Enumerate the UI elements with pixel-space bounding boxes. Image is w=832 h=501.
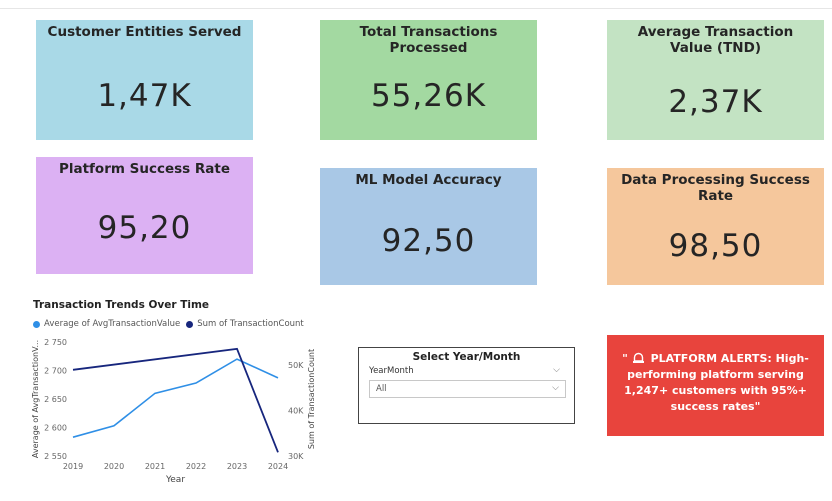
y-left-tick-label: 2 650 (44, 395, 67, 404)
y-left-axis-title: Average of AvgTransactionV... (31, 340, 40, 458)
chevron-down-icon[interactable]: ⌵ (552, 383, 559, 393)
kpi-card-total-transactions[interactable]: Total Transactions Processed 55,26K (320, 20, 537, 140)
x-tick-label: 2021 (145, 462, 165, 471)
slicer-dropdown[interactable]: All ⌵ (369, 380, 566, 398)
x-tick-label: 2019 (63, 462, 83, 471)
slicer-title: Select Year/Month (412, 351, 521, 363)
x-tick-label: 2022 (186, 462, 206, 471)
kpi-value: 98,50 (668, 228, 763, 264)
kpi-title: ML Model Accuracy (355, 172, 502, 188)
kpi-card-average-transaction-value[interactable]: Average Transaction Value (TND) 2,37K (607, 20, 824, 140)
kpi-title: Customer Entities Served (47, 24, 242, 40)
kpi-value: 1,47K (97, 78, 192, 114)
kpi-card-ml-model-accuracy[interactable]: ML Model Accuracy 92,50 (320, 168, 537, 285)
platform-alert-card: " PLATFORM ALERTS: High-performing platf… (607, 335, 824, 436)
slicer-field-label: YearMonth (369, 366, 414, 376)
chart-legend: Average of AvgTransactionValue Sum of Tr… (33, 319, 304, 329)
top-divider (0, 8, 832, 9)
kpi-title: Data Processing Success Rate (621, 172, 810, 204)
y-right-tick-label: 30K (288, 452, 304, 461)
year-month-slicer[interactable]: Select Year/Month YearMonth ⌵ All ⌵ (358, 347, 575, 424)
x-axis-title: Year (165, 475, 185, 485)
alert-quote-open: " (622, 352, 628, 365)
series-line-avg-value (72, 358, 279, 438)
slicer-field-header[interactable]: YearMonth ⌵ (369, 365, 566, 376)
kpi-card-platform-success-rate[interactable]: Platform Success Rate 95,20 (36, 157, 253, 274)
kpi-value: 92,50 (381, 223, 476, 259)
alarm-bell-icon (632, 352, 644, 363)
x-tick-label: 2020 (104, 462, 124, 471)
legend-marker-avg-value (33, 320, 40, 328)
y-right-tick-label: 40K (288, 406, 304, 415)
kpi-value: 95,20 (97, 210, 192, 246)
transaction-trends-chart[interactable]: 2 550 2 600 2 650 2 700 2 750 30K 40K 50K 2019 20… (28, 332, 318, 492)
y-left-tick-label: 2 700 (44, 367, 67, 376)
y-right-tick-label: 50K (288, 361, 304, 370)
kpi-title: Platform Success Rate (58, 161, 231, 177)
kpi-value: 2,37K (668, 84, 763, 120)
legend-label-avg-value: Average of AvgTransactionValue (44, 319, 181, 329)
legend-label-transaction-count: Sum of TransactionCount (197, 319, 304, 329)
kpi-card-customer-entities[interactable]: Customer Entities Served 1,47K (36, 20, 253, 140)
y-left-tick-label: 2 550 (44, 452, 67, 461)
alert-text: PLATFORM ALERTS: High-performing platfor… (624, 352, 809, 413)
legend-marker-transaction-count (186, 320, 194, 328)
y-right-axis-title: Sum of TransactionCount (307, 349, 316, 449)
kpi-title: Average Transaction Value (TND) (637, 24, 794, 56)
y-left-tick-label: 2 600 (44, 424, 67, 433)
x-tick-label: 2024 (268, 462, 288, 471)
chart-title: Transaction Trends Over Time (33, 299, 210, 311)
y-left-tick-label: 2 750 (44, 338, 67, 347)
kpi-value: 55,26K (370, 78, 487, 114)
chevron-down-icon[interactable]: ⌵ (553, 365, 560, 375)
kpi-title: Total Transactions Processed (359, 24, 498, 56)
kpi-card-data-processing-success-rate[interactable]: Data Processing Success Rate 98,50 (607, 168, 824, 285)
x-tick-label: 2023 (227, 462, 247, 471)
slicer-selected-value: All (376, 384, 387, 394)
